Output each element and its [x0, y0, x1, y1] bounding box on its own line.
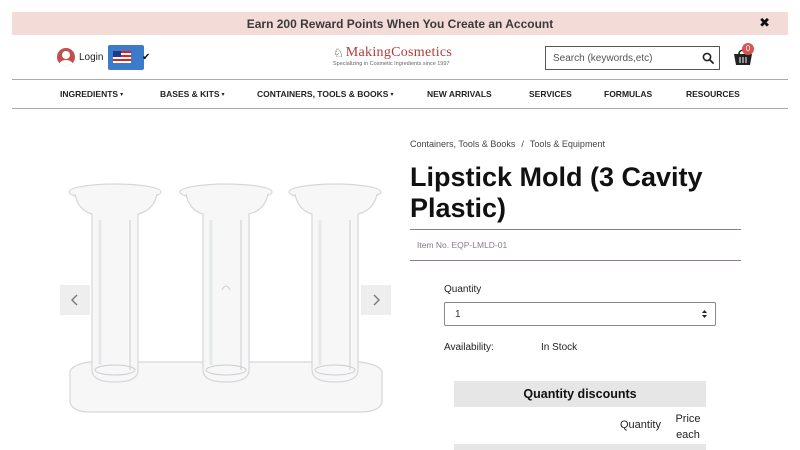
gallery-prev-button[interactable] [60, 285, 90, 315]
breadcrumb-separator: / [521, 139, 524, 149]
logo-mark-icon: ♘ [333, 46, 344, 60]
column-header-quantity: Quantity [620, 419, 661, 431]
nav-label: CONTAINERS, TOOLS & BOOKS [257, 89, 389, 99]
product-title: Lipstick Mold (3 Cavity Plastic) [410, 162, 703, 223]
breadcrumb: Containers, Tools & Books / Tools & Equipm… [410, 139, 605, 149]
caret-down-icon: ▾ [390, 92, 394, 98]
quantity-label: Quantity [444, 284, 482, 295]
promo-banner[interactable]: Earn 200 Reward Points When You Create a… [12, 12, 788, 35]
quantity-discounts-table: Quantity discounts Quantity Price each [454, 381, 706, 450]
check-icon: ✔ [142, 52, 151, 63]
caret-down-icon: ▾ [221, 92, 225, 98]
nav-item-containers[interactable]: CONTAINERS, TOOLS & BOOKS ▾ [257, 80, 393, 108]
caret-down-icon: ▾ [120, 92, 124, 98]
promo-text[interactable]: Earn 200 Reward Points When You Create a… [247, 17, 554, 31]
quantity-select[interactable]: 1 [444, 302, 716, 326]
close-icon[interactable]: ✖ [759, 15, 770, 31]
breadcrumb-link[interactable]: Containers, Tools & Books [410, 139, 515, 149]
nav-label: INGREDIENTS [60, 89, 119, 99]
nav-item-formulas[interactable]: FORMULAS [604, 80, 652, 108]
us-flag-icon[interactable] [108, 45, 144, 70]
nav-item-resources[interactable]: RESOURCES [686, 80, 740, 108]
nav-label: FORMULAS [604, 89, 653, 99]
quantity-value: 1 [455, 309, 461, 320]
updown-icon [702, 310, 707, 318]
site-header: Login ✔ ♘ MakingCosmetics Specializing i… [0, 35, 800, 79]
search-icon[interactable] [702, 52, 714, 64]
nav-item-bases-kits[interactable]: BASES & KITS ▾ [160, 80, 225, 108]
discounts-row-divider [454, 444, 706, 450]
nav-item-ingredients[interactable]: INGREDIENTS ▾ [60, 80, 123, 108]
search-box [545, 46, 720, 70]
logo-tagline: Specializing in Cosmetic Ingredients sin… [333, 61, 450, 67]
discounts-heading: Quantity discounts [454, 381, 706, 407]
availability-label: Availability: [444, 342, 494, 353]
chevron-right-icon [373, 294, 380, 306]
site-logo[interactable]: ♘ MakingCosmetics Specializing in Cosmet… [333, 45, 469, 71]
nav-label: SERVICES [529, 89, 572, 99]
item-number: Item No. EQP-LMLD-01 [417, 240, 508, 250]
nav-item-new-arrivals[interactable]: NEW ARRIVALS [427, 80, 492, 108]
breadcrumb-link[interactable]: Tools & Equipment [530, 139, 605, 149]
product-image[interactable] [60, 170, 392, 430]
login-link[interactable]: Login [57, 48, 103, 66]
main-nav: INGREDIENTS ▾ BASES & KITS ▾ CONTAINERS, T… [12, 79, 788, 109]
column-header-price: Price each [675, 413, 701, 441]
logo-name: MakingCosmetics [345, 45, 453, 60]
availability-value: In Stock [541, 342, 578, 353]
nav-label: NEW ARRIVALS [427, 89, 492, 99]
login-label: Login [79, 51, 104, 63]
cart-count-badge: 0 [742, 43, 754, 55]
chevron-left-icon [71, 294, 78, 306]
sku-box: Item No. EQP-LMLD-01 [410, 229, 741, 261]
nav-label: BASES & KITS [160, 89, 220, 99]
user-icon [57, 48, 75, 66]
nav-label: RESOURCES [686, 89, 740, 99]
gallery-next-button[interactable] [361, 285, 391, 315]
search-input[interactable] [546, 52, 696, 64]
nav-item-services[interactable]: SERVICES [529, 80, 572, 108]
